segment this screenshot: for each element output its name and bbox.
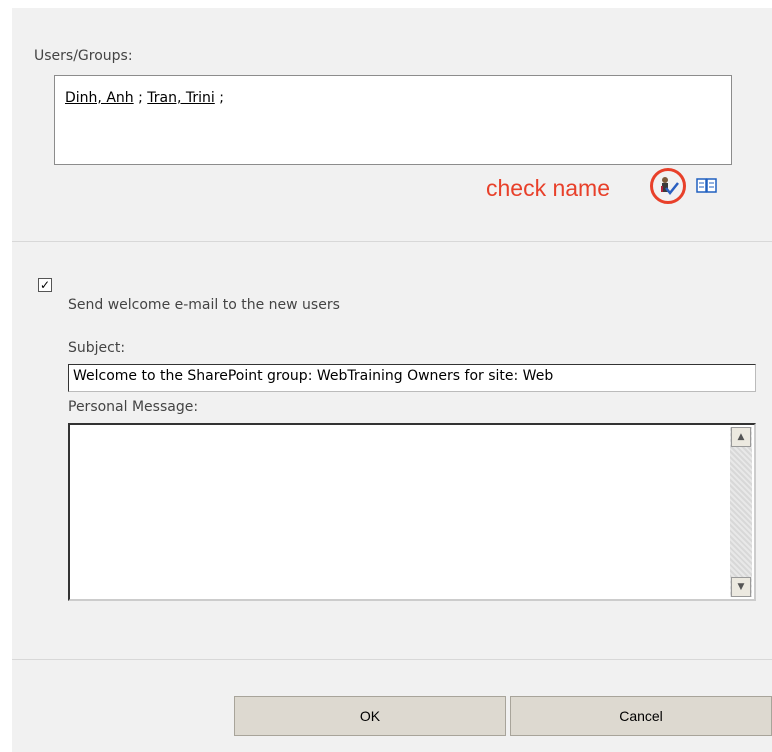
subject-label: Subject:: [68, 340, 126, 356]
resolved-user[interactable]: Dinh, Anh: [65, 90, 134, 106]
send-welcome-label: Send welcome e-mail to the new users: [68, 297, 340, 313]
check-name-annotation: check name: [486, 175, 611, 201]
check-names-icon: [659, 176, 679, 200]
users-groups-label: Users/Groups:: [34, 48, 133, 64]
personal-message-label: Personal Message:: [68, 399, 199, 415]
dialog-panel: Users/Groups: Dinh, Anh ; Tran, Trini ; …: [12, 8, 772, 752]
personal-message-textarea[interactable]: ▲ ▼: [68, 423, 756, 601]
cancel-button[interactable]: Cancel: [510, 696, 772, 736]
scroll-down-icon[interactable]: ▼: [731, 577, 751, 597]
user-separator: ;: [138, 90, 143, 106]
ok-button[interactable]: OK: [234, 696, 506, 736]
user-separator: ;: [219, 90, 224, 106]
resolved-user[interactable]: Tran, Trini: [147, 90, 215, 106]
section-divider: [12, 241, 772, 242]
subject-input[interactable]: Welcome to the SharePoint group: WebTrai…: [68, 364, 756, 392]
check-names-button[interactable]: [650, 168, 686, 204]
send-welcome-checkbox[interactable]: ✓: [38, 278, 52, 292]
scroll-up-icon[interactable]: ▲: [731, 427, 751, 447]
address-book-icon[interactable]: [696, 178, 718, 198]
footer-divider: [12, 659, 772, 660]
people-picker-field[interactable]: Dinh, Anh ; Tran, Trini ;: [54, 75, 732, 165]
message-scrollbar[interactable]: ▲ ▼: [730, 427, 752, 597]
